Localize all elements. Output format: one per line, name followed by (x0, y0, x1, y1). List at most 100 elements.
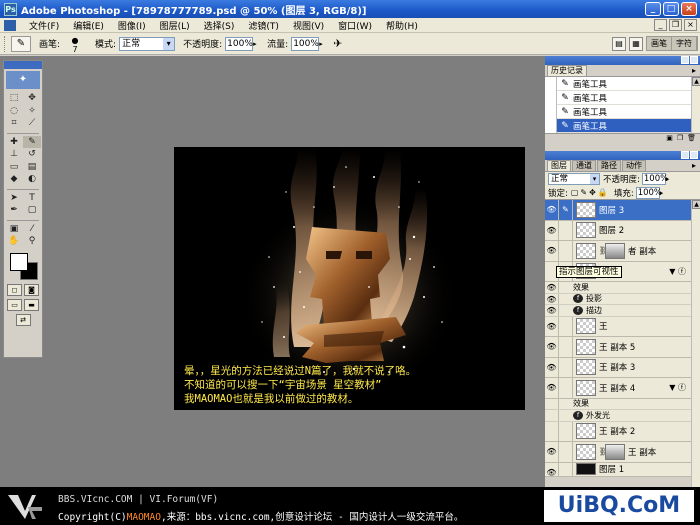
pen-tool-icon[interactable]: ✒ (5, 204, 23, 217)
layer-row[interactable]: 👁 图层 1 (545, 462, 700, 477)
opacity-input[interactable]: 100% (225, 36, 254, 51)
eye-icon[interactable] (545, 421, 559, 441)
effect-row[interactable]: 👁 f 描边 (545, 305, 700, 317)
eraser-tool-icon[interactable]: ▭ (5, 161, 23, 174)
tab-channels[interactable]: 通道 (572, 160, 596, 171)
screen-mode-full-icon[interactable]: ▬ (24, 298, 39, 311)
layer-row[interactable]: 👁 王 (545, 316, 700, 337)
dodge-tool-icon[interactable]: ◐ (23, 173, 41, 186)
layers-panel-header[interactable] (545, 151, 700, 160)
path-selection-tool-icon[interactable]: ➤ (5, 192, 23, 205)
menu-filter[interactable]: 滤镜(T) (241, 19, 286, 32)
menu-image[interactable]: 图像(I) (111, 19, 153, 32)
options-grip[interactable] (4, 35, 7, 52)
tab-layers[interactable]: 图层 (547, 160, 571, 171)
tab-actions[interactable]: 动作 (622, 160, 646, 171)
layer-row[interactable]: 👁 王 副本 4 ▼ ⓕ (545, 378, 700, 399)
layer-row[interactable]: 👁 王 副本 3 (545, 357, 700, 378)
palette-tab-character[interactable]: 字符 (672, 37, 697, 50)
brush-tool-icon[interactable]: ✎ (23, 135, 41, 148)
menu-select[interactable]: 选择(S) (197, 19, 242, 32)
crop-tool-icon[interactable]: ⌗ (5, 117, 23, 130)
history-item[interactable]: ✎ 画笔工具 (545, 90, 700, 105)
adobe-online-icon[interactable]: ✦ (6, 71, 40, 89)
document-icon[interactable] (4, 19, 16, 31)
eye-icon[interactable]: 👁 (545, 357, 559, 377)
layer-row[interactable]: 👁 ⛓ 者 副本 (545, 241, 700, 262)
layers-minimize-button[interactable] (681, 151, 689, 159)
layer-row[interactable]: 👁 图层 2 (545, 220, 700, 241)
delete-history-icon[interactable]: 🗑 (687, 134, 696, 143)
stamp-tool-icon[interactable]: ⊥ (5, 148, 23, 161)
doc-minimize-button[interactable]: _ (654, 19, 667, 31)
eye-icon[interactable]: 👁 (545, 337, 559, 357)
eye-icon[interactable] (545, 398, 559, 409)
jump-to-imageready-icon[interactable]: ⇄ (15, 313, 31, 326)
history-menu-icon[interactable]: ▸ (692, 66, 696, 75)
quickmask-mode-icon[interactable]: ◙ (24, 283, 39, 296)
toolbox-header[interactable] (4, 61, 42, 69)
fx-icon[interactable]: ▼ ⓕ (669, 382, 686, 393)
menu-help[interactable]: 帮助(H) (379, 19, 425, 32)
layers-close-button[interactable] (690, 151, 698, 159)
eyedropper-tool-icon[interactable]: ⁄ (23, 223, 41, 236)
history-brush-tool-icon[interactable]: ↺ (23, 148, 41, 161)
flow-arrow-icon[interactable]: ▸ (319, 37, 327, 51)
eye-icon[interactable]: 👁 (545, 462, 559, 477)
marquee-tool-icon[interactable]: ⬚ (5, 92, 23, 105)
doc-close-button[interactable]: × (684, 19, 697, 31)
layer-row[interactable]: 👁 ⛓ 王 副本 (545, 442, 700, 463)
eye-icon[interactable]: 👁 (545, 293, 559, 304)
brush-tool-preset-icon[interactable]: ✎ (11, 35, 31, 52)
eye-icon[interactable]: 👁 (545, 316, 559, 336)
layers-scrollbar[interactable]: ▲ (691, 200, 700, 500)
document-canvas[interactable]: 晕，，星光的方法已经说过N篇了，我就不说了咯。 不知道的可以搜一下“宇宙场景 星… (174, 147, 525, 410)
maximize-button[interactable]: □ (663, 2, 679, 16)
notes-tool-icon[interactable]: ▣ (5, 223, 23, 236)
history-item-current[interactable]: ✎ 画笔工具 (545, 118, 700, 133)
eye-icon[interactable]: 👁 (545, 200, 559, 220)
history-close-button[interactable] (690, 56, 698, 64)
layers-menu-icon[interactable]: ▸ (692, 161, 696, 170)
blend-mode-select[interactable]: 正常 (548, 173, 600, 185)
tab-history[interactable]: 历史记录 (547, 65, 587, 76)
close-button[interactable]: × (681, 2, 697, 16)
effects-row[interactable]: 👁 效果 (545, 282, 700, 294)
layer-row[interactable]: 👁 王 副本 5 (545, 337, 700, 358)
scroll-up-icon[interactable]: ▲ (692, 200, 700, 209)
move-tool-icon[interactable]: ✥ (23, 92, 41, 105)
palette-tab-brushes[interactable]: 画笔 (647, 37, 672, 50)
footer-site-link[interactable]: BBS.VIcnc.COM (58, 494, 132, 505)
history-item[interactable]: ✎ 画笔工具 (545, 76, 700, 91)
eye-icon[interactable]: 👁 (545, 442, 559, 462)
screen-mode-standard-icon[interactable]: ▭ (7, 298, 22, 311)
eye-icon[interactable]: 👁 (545, 305, 559, 316)
scroll-up-icon[interactable]: ▲ (692, 77, 700, 86)
new-snapshot-icon[interactable]: ▣ (666, 134, 673, 143)
eye-icon[interactable]: 👁 (545, 220, 559, 240)
healing-brush-tool-icon[interactable]: ✚ (5, 136, 23, 149)
slice-tool-icon[interactable]: ⟋ (23, 117, 41, 130)
type-tool-icon[interactable]: T (23, 192, 41, 205)
effect-row[interactable]: f 外发光 (545, 410, 700, 422)
file-browser-icon[interactable]: ▤ (612, 36, 626, 51)
menu-edit[interactable]: 编辑(E) (66, 19, 111, 32)
hand-tool-icon[interactable]: ✋ (5, 235, 23, 248)
brush-picker[interactable]: ● 7 (63, 36, 87, 54)
menu-view[interactable]: 视图(V) (286, 19, 331, 32)
history-item[interactable]: ✎ 画笔工具 (545, 104, 700, 119)
toggle-palettes-icon[interactable]: ▦ (629, 36, 643, 51)
airbrush-icon[interactable]: ✈ (333, 37, 342, 50)
lasso-tool-icon[interactable]: ◌ (5, 105, 23, 118)
fill-input[interactable]: 100% (635, 186, 662, 199)
footer-forum-link[interactable]: VI.Forum(VF) (150, 494, 219, 505)
eye-icon[interactable]: 👁 (545, 241, 559, 261)
eye-icon[interactable] (545, 410, 559, 421)
magic-wand-tool-icon[interactable]: ✧ (23, 105, 41, 118)
fx-icon[interactable]: ▼ ⓕ (669, 266, 686, 277)
lock-icons[interactable]: ▢✎✥🔒 (571, 188, 610, 197)
standard-mode-icon[interactable]: ◻ (7, 283, 22, 296)
gradient-tool-icon[interactable]: ▤ (23, 161, 41, 174)
zoom-tool-icon[interactable]: ⚲ (23, 235, 41, 248)
foreground-color-swatch[interactable] (10, 252, 28, 271)
